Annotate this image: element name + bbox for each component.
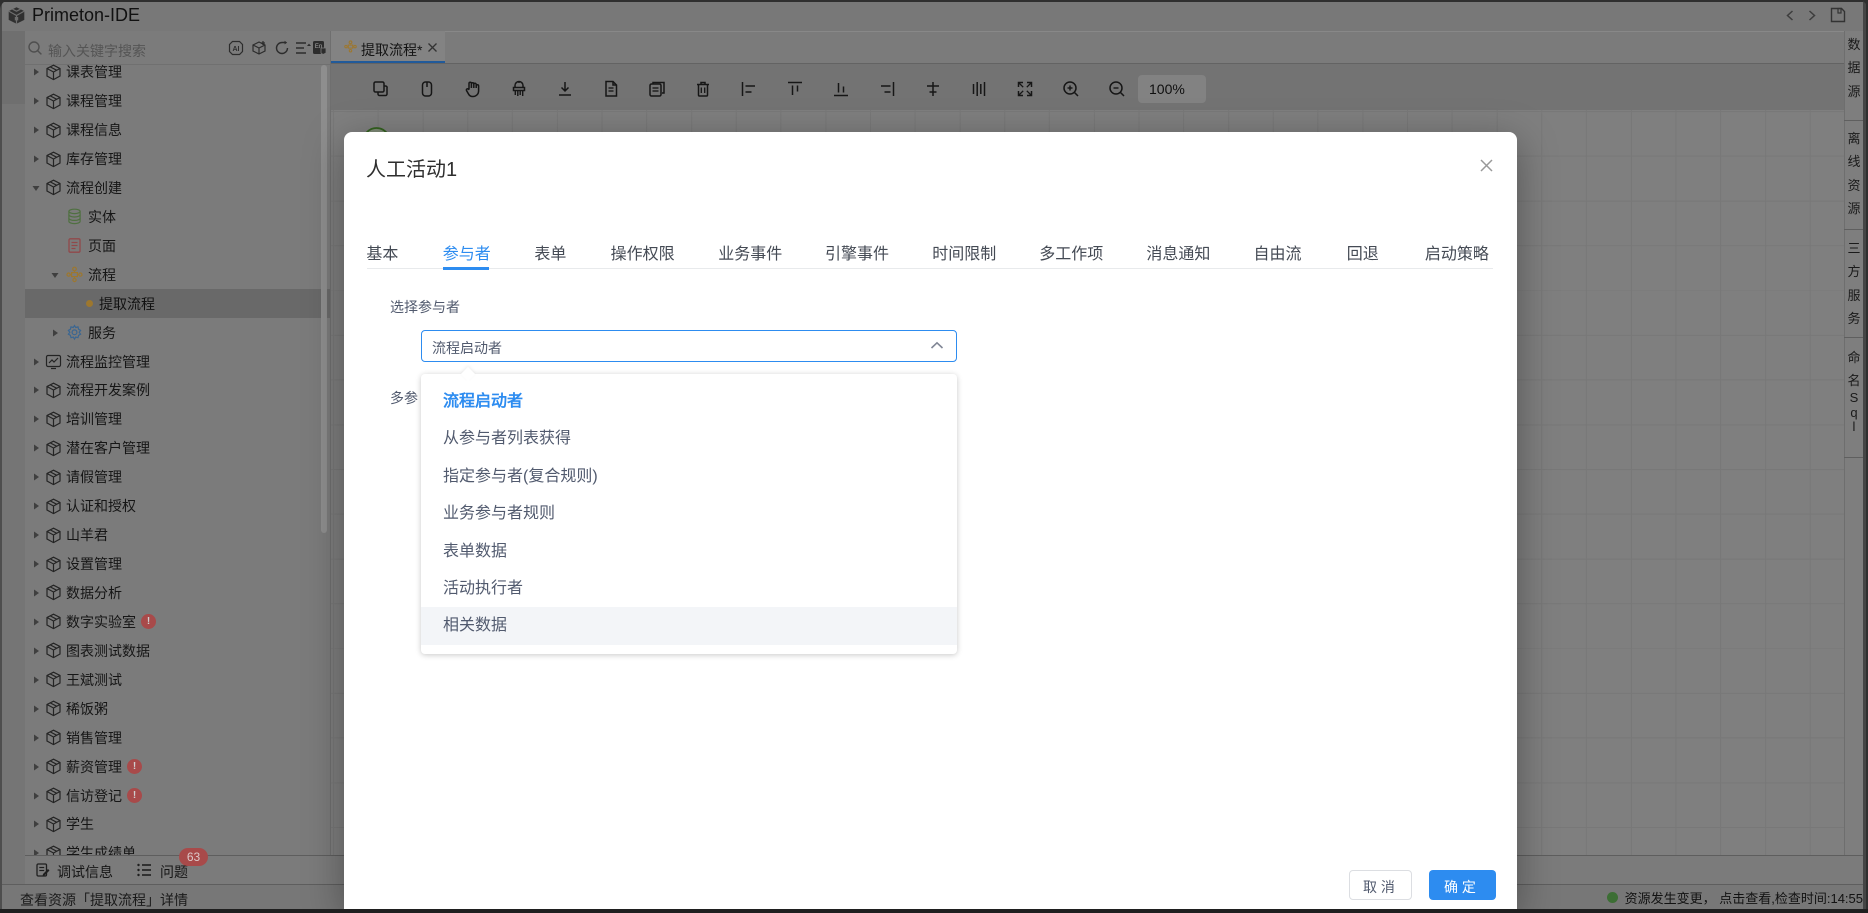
svg-text:AI: AI [233,46,240,53]
